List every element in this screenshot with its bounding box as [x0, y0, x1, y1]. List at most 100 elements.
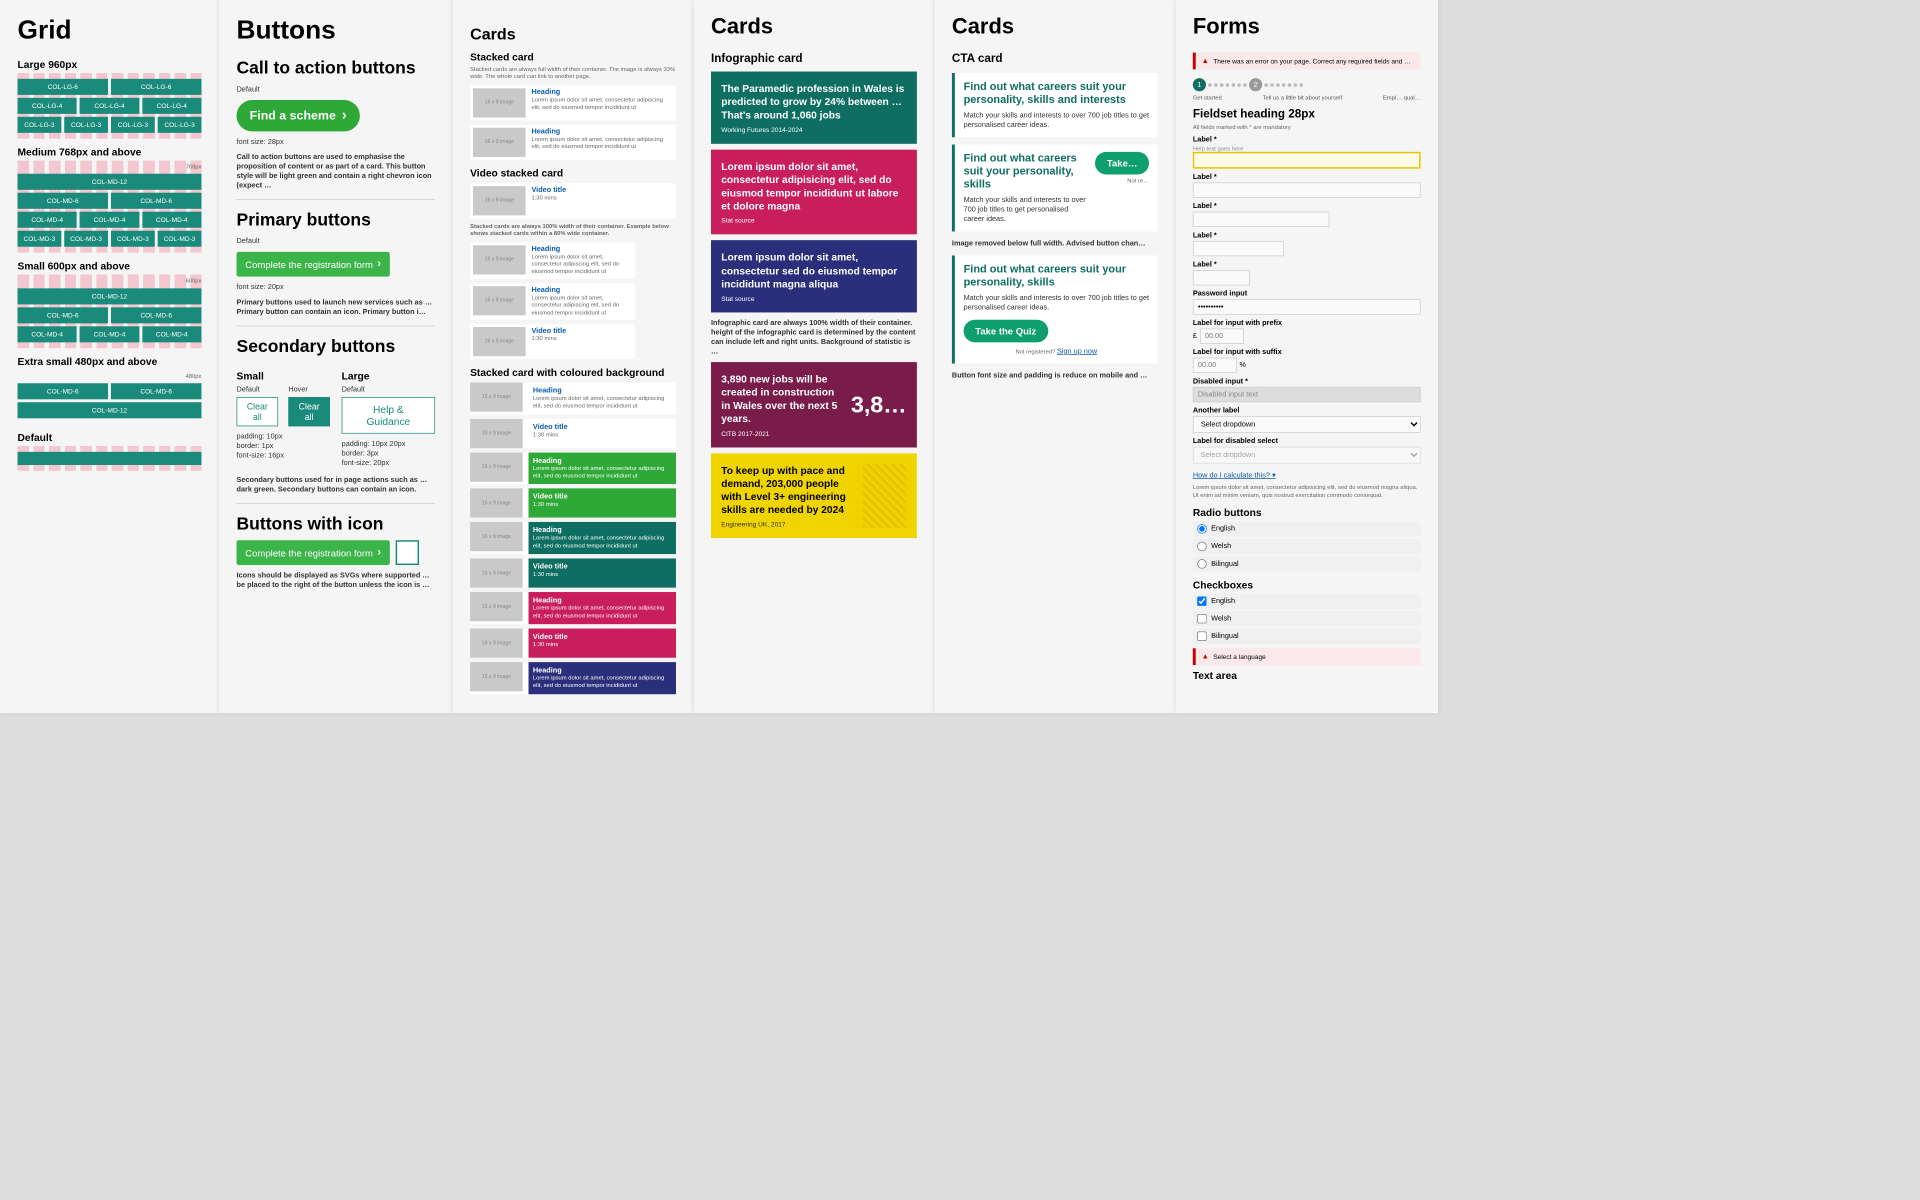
radio-heading: Radio buttons: [1193, 507, 1421, 519]
suffix-symbol: %: [1240, 362, 1247, 370]
error-banner: There was an error on your page. Correct…: [1193, 53, 1421, 70]
not-registered: Not re…: [1095, 177, 1149, 185]
take-quiz-button[interactable]: Take the Quiz: [964, 320, 1048, 343]
grid-col: COL-LG-3: [64, 117, 108, 133]
prefix-symbol: £: [1193, 332, 1197, 340]
secondary-small-button[interactable]: Clear all: [237, 397, 279, 426]
stacked-80-note: Stacked cards are always 100% width of t…: [470, 222, 676, 237]
secondary-large-button[interactable]: Help & Guidance: [342, 397, 435, 434]
cards-title: Cards: [952, 15, 1158, 40]
cta-button[interactable]: Find a scheme: [237, 100, 360, 131]
text-input[interactable]: [1193, 241, 1284, 256]
video-card[interactable]: 16 x 9 imageVideo title1:30 mins: [470, 183, 676, 218]
field-label: Label *: [1193, 173, 1421, 181]
text-input[interactable]: [1193, 270, 1250, 285]
stacked-card-heading: Stacked card: [470, 51, 676, 63]
cards-stacked-panel: Cards Stacked card Stacked cards are alw…: [453, 0, 694, 713]
primary-icon-button[interactable]: Complete the registration form: [237, 540, 390, 565]
video-card-crimson[interactable]: 16 x 9 imageVideo title1:30 mins: [470, 629, 676, 658]
cta-card-heading: CTA card: [952, 53, 1158, 66]
stacked-note: Stacked cards are always full width of t…: [470, 66, 676, 81]
step-labels: Get startedTell us a little bit about yo…: [1193, 94, 1421, 101]
cta-size: font size: 28px: [237, 137, 436, 146]
video-card-teal[interactable]: 16 x 9 imageVideo title1:30 mins: [470, 559, 676, 588]
stacked-card[interactable]: 16 x 9 imageHeadingLorem ipsum dolor sit…: [470, 382, 676, 414]
width-marker: 768px: [18, 164, 202, 172]
stacked-card[interactable]: 16 x 9 imageHeadingLorem ipsum dolor sit…: [470, 85, 676, 120]
cta-description: Call to action buttons are used to empha…: [237, 153, 436, 191]
fieldset-heading: Fieldset heading 28px: [1193, 108, 1421, 121]
grid-col: COL-LG-3: [111, 117, 155, 133]
stacked-card[interactable]: 16 x 9 imageHeadingLorem ipsum dolor sit…: [470, 283, 635, 320]
cta-card: Find out what careers suit your personal…: [952, 145, 1158, 232]
video-card[interactable]: 16 x 9 imageVideo title1:30 mins: [470, 324, 635, 359]
grid-col: COL-MD-4: [80, 326, 139, 342]
grid-col: COL-MD-4: [142, 326, 201, 342]
mandatory-note: All fields marked with * are mandatory: [1193, 124, 1421, 132]
text-input-highlighted[interactable]: [1193, 152, 1421, 169]
stacked-card-green[interactable]: 16 x 9 imageHeadingLorem ipsum dolor sit…: [470, 452, 676, 484]
primary-button[interactable]: Complete the registration form: [237, 252, 390, 277]
stacked-card-teal[interactable]: 16 x 9 imageHeadingLorem ipsum dolor sit…: [470, 522, 676, 554]
buttons-title: Buttons: [237, 15, 436, 46]
stacked-card-crimson[interactable]: 16 x 9 imageHeadingLorem ipsum dolor sit…: [470, 592, 676, 624]
radio-welsh[interactable]: Welsh: [1193, 539, 1421, 554]
cta-heading: Call to action buttons: [237, 58, 436, 78]
step-2[interactable]: 2: [1249, 78, 1262, 91]
field-error: Select a language: [1193, 648, 1421, 665]
secondary-small-hover-button[interactable]: Clear all: [288, 397, 330, 426]
forms-panel: Forms There was an error on your page. C…: [1175, 0, 1438, 713]
grid-medium-demo: 768px COL-MD-12 COL-MD-6COL-MD-6 COL-MD-…: [18, 161, 202, 253]
spec-small: padding: 10px border: 1px font-size: 16p…: [237, 432, 330, 460]
small-heading: Small: [237, 370, 330, 382]
grid-col: COL-MD-6: [18, 193, 109, 209]
secondary-description: Secondary buttons used for in page actio…: [237, 475, 436, 494]
password-input[interactable]: [1193, 300, 1421, 315]
password-label: Password input: [1193, 290, 1421, 298]
disabled-select-label: Label for disabled select: [1193, 438, 1421, 446]
grid-col: COL-MD-3: [111, 231, 155, 247]
video-card-green[interactable]: 16 x 9 imageVideo title1:30 mins: [470, 489, 676, 518]
grid-small-heading: Small 600px and above: [18, 260, 202, 272]
infographic-card: 3,890 new jobs will be created in constr…: [711, 362, 917, 447]
grid-title: Grid: [18, 15, 202, 46]
grid-default-demo: [18, 446, 202, 471]
text-input[interactable]: [1193, 183, 1421, 198]
field-label: Label *: [1193, 202, 1421, 210]
take-quiz-button[interactable]: Take…: [1095, 152, 1149, 175]
select-dropdown[interactable]: Select dropdown: [1193, 416, 1421, 433]
step-1[interactable]: 1: [1193, 78, 1206, 91]
card-duration: 1:30 mins: [531, 194, 566, 202]
primary-size: font size: 20px: [237, 283, 436, 292]
prefix-input[interactable]: [1200, 329, 1244, 344]
check-bilingual[interactable]: Bilingual: [1193, 629, 1421, 644]
infographic-card: Lorem ipsum dolor sit amet, consectetur …: [711, 149, 917, 234]
suffix-label: Label for input with suffix: [1193, 348, 1421, 356]
card-thumb: 16 x 9 image: [473, 128, 526, 157]
card-thumb: 16 x 9 image: [473, 245, 526, 274]
radio-bilingual[interactable]: Bilingual: [1193, 556, 1421, 571]
disabled-select: Select dropdown: [1193, 447, 1421, 464]
secondary-icon-button[interactable]: [396, 540, 419, 565]
coloured-bg-heading: Stacked card with coloured background: [470, 366, 676, 378]
text-input[interactable]: [1193, 212, 1330, 227]
card-thumb: 16 x 9 image: [473, 88, 526, 117]
radio-english[interactable]: English: [1193, 521, 1421, 536]
grid-medium-heading: Medium 768px and above: [18, 146, 202, 158]
check-welsh[interactable]: Welsh: [1193, 611, 1421, 626]
grid-col: COL-MD-6: [18, 383, 109, 399]
check-english[interactable]: English: [1193, 594, 1421, 609]
suffix-input[interactable]: [1193, 358, 1237, 373]
illustration-placeholder: [863, 463, 907, 528]
card-heading: Video title: [531, 186, 566, 194]
video-card[interactable]: 16 x 9 imageVideo title1:30 mins: [470, 419, 676, 448]
stacked-card[interactable]: 16 x 9 imageHeadingLorem ipsum dolor sit…: [470, 242, 635, 279]
signup-link[interactable]: Sign up now: [1057, 347, 1097, 355]
stacked-card[interactable]: 16 x 9 imageHeadingLorem ipsum dolor sit…: [470, 125, 676, 160]
calculate-link[interactable]: How do I calculate this? ▾: [1193, 472, 1276, 480]
calculate-text: Lorem ipsum dolor sit amet, consectetur …: [1193, 484, 1421, 499]
card-thumb: 16 x 9 image: [473, 327, 526, 356]
default-label: Default: [237, 237, 436, 246]
grid-col: COL-LG-3: [158, 117, 202, 133]
stacked-card-navy[interactable]: 16 x 9 imageHeadingLorem ipsum dolor sit…: [470, 662, 676, 694]
